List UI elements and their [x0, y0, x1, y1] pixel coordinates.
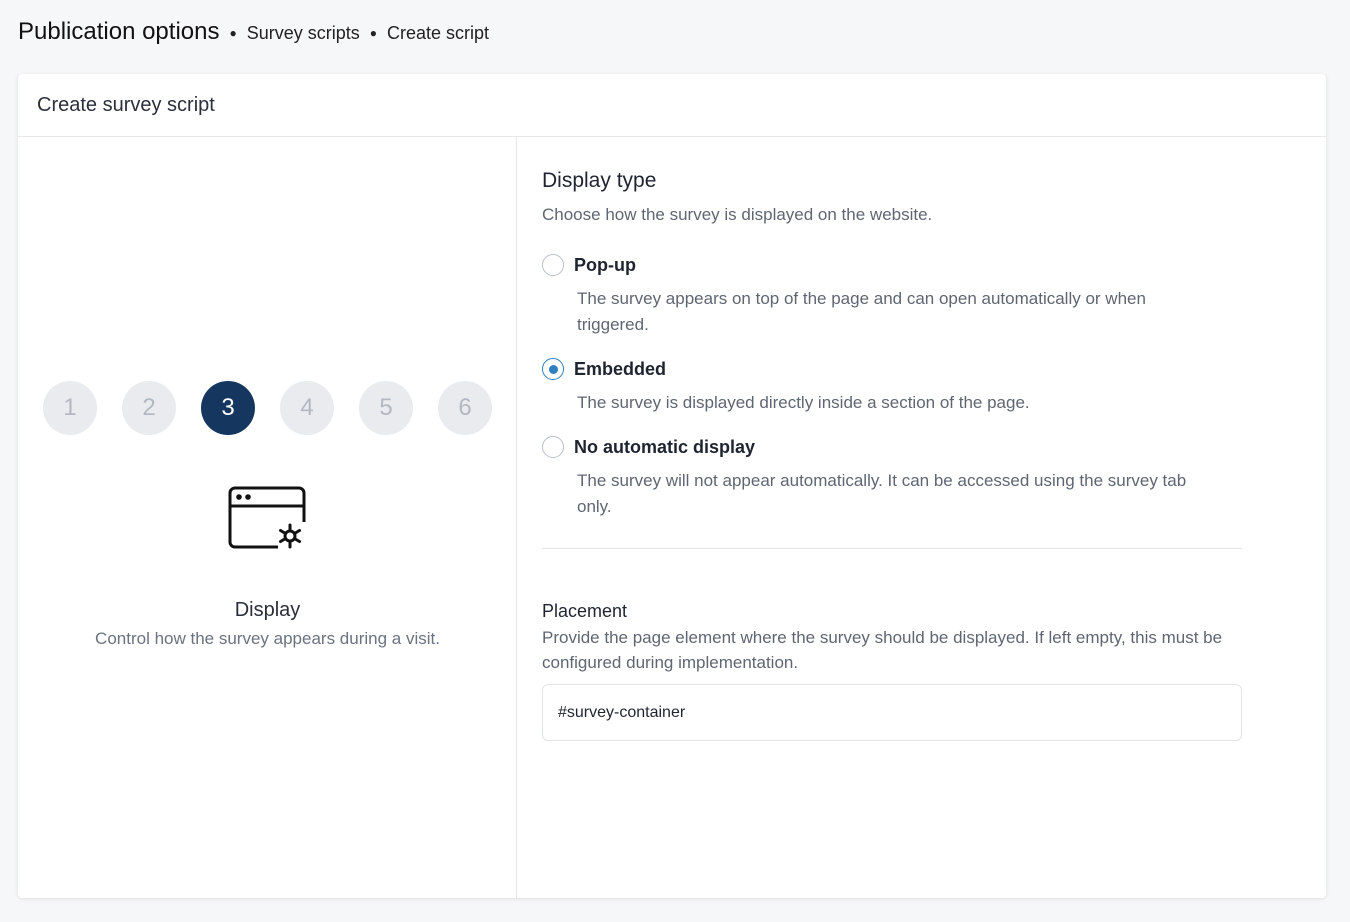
radio-selected-dot	[548, 364, 558, 374]
step-3[interactable]: 3	[201, 381, 255, 435]
display-type-subtitle: Choose how the survey is displayed on th…	[542, 205, 933, 224]
placement-description: Provide the page element where the surve…	[542, 628, 1223, 672]
no-automatic-display-radio-row[interactable]: No automatic display	[542, 436, 1222, 458]
step-5[interactable]: 5	[359, 381, 413, 435]
page-title: Publication options	[18, 18, 220, 45]
stepper: 1 2 3 4 5 6	[43, 381, 492, 435]
display-settings-panel: Display type Choose how the survey is di…	[517, 137, 1326, 898]
option-embedded: Embedded The survey is displayed directl…	[542, 358, 1222, 416]
no-automatic-display-radio[interactable]	[542, 436, 564, 458]
browser-settings-icon	[228, 486, 306, 552]
no-automatic-display-label: No automatic display	[574, 436, 756, 457]
step-2[interactable]: 2	[122, 381, 176, 435]
popup-label: Pop-up	[574, 254, 636, 275]
step-4[interactable]: 4	[280, 381, 334, 435]
no-automatic-display-description: The survey will not appear automatically…	[577, 471, 1187, 516]
step-6[interactable]: 6	[438, 381, 492, 435]
embedded-radio[interactable]	[542, 358, 564, 380]
embedded-label: Embedded	[574, 358, 667, 379]
step-1[interactable]: 1	[43, 381, 97, 435]
option-no-automatic-display: No automatic display The survey will not…	[542, 436, 1222, 520]
popup-description: The survey appears on top of the page an…	[577, 289, 1146, 334]
option-popup: Pop-up The survey appears on top of the …	[542, 254, 1222, 338]
popup-radio-row[interactable]: Pop-up	[542, 254, 1222, 276]
embedded-description: The survey is displayed directly inside …	[577, 393, 1030, 412]
breadcrumb-item-survey-scripts[interactable]: Survey scripts	[247, 23, 360, 44]
create-script-card: Create survey script 1 2 3 4 5 6 Display…	[18, 74, 1326, 898]
section-divider	[542, 548, 1242, 549]
breadcrumb: Publication options ● Survey scripts ● C…	[18, 18, 489, 46]
placement-label: Placement	[542, 601, 628, 621]
breadcrumb-item-create-script: Create script	[387, 23, 490, 43]
popup-radio[interactable]	[542, 254, 564, 276]
breadcrumb-separator: ●	[369, 26, 377, 40]
step-description: Control how the survey appears during a …	[95, 629, 440, 648]
card-title: Create survey script	[18, 74, 1326, 137]
stepper-panel: 1 2 3 4 5 6 Display Control how the surv…	[18, 137, 517, 898]
display-type-title: Display type	[542, 169, 657, 192]
placement-input[interactable]	[542, 684, 1242, 741]
breadcrumb-separator: ●	[229, 26, 237, 40]
embedded-radio-row[interactable]: Embedded	[542, 358, 1222, 380]
step-title: Display	[234, 599, 301, 621]
